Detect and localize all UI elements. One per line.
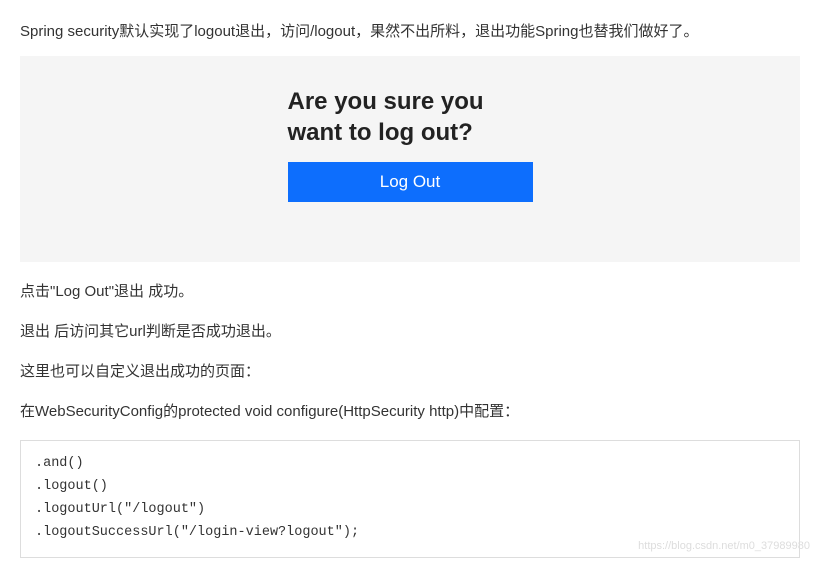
intro-paragraph: Spring security默认实现了logout退出，访问/logout，果…	[20, 20, 800, 44]
paragraph-config-location: 在WebSecurityConfig的protected void config…	[20, 400, 800, 424]
logout-button[interactable]: Log Out	[288, 162, 533, 202]
paragraph-check-logout: 退出 后访问其它url判断是否成功退出。	[20, 320, 800, 344]
watermark-url: https://blog.csdn.net/m0_37989980	[638, 538, 810, 556]
logout-heading-line1: Are you sure you	[288, 88, 484, 115]
logout-heading-line2: want to log out?	[288, 119, 473, 146]
logout-screenshot-panel: Are you sure you want to log out? Log Ou…	[20, 56, 800, 262]
logout-dialog: Are you sure you want to log out? Log Ou…	[288, 86, 533, 202]
paragraph-custom-page: 这里也可以自定义退出成功的页面：	[20, 360, 800, 384]
paragraph-logout-success: 点击"Log Out"退出 成功。	[20, 280, 800, 304]
logout-heading: Are you sure you want to log out?	[288, 86, 533, 148]
